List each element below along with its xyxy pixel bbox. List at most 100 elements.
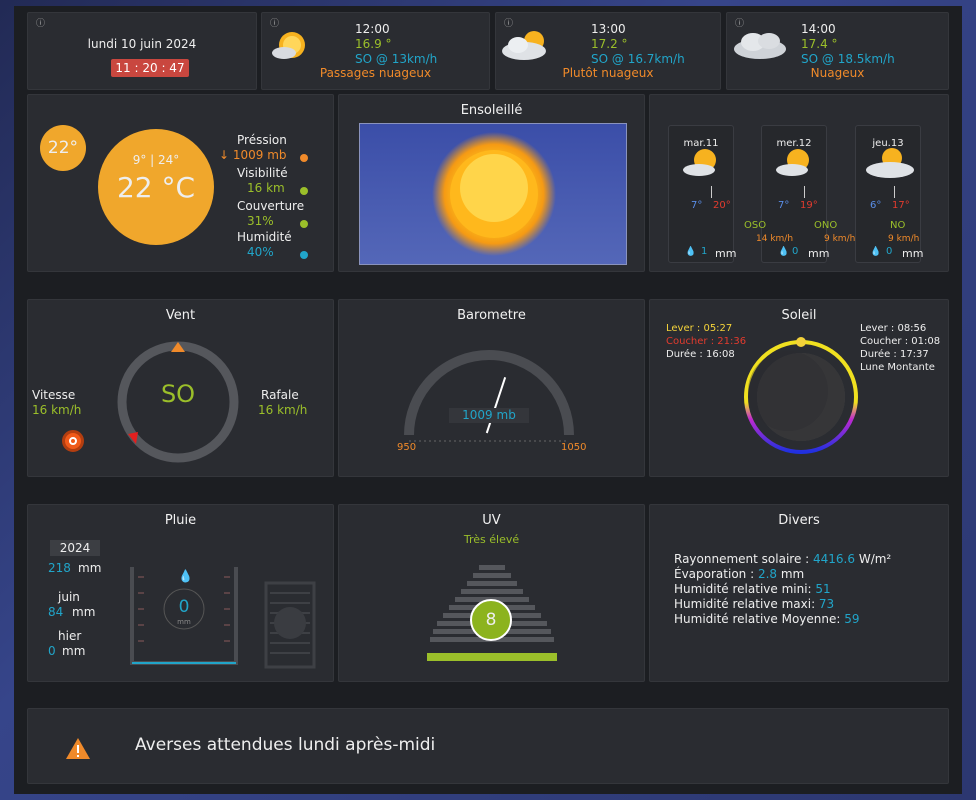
panel-title: Ensoleillé [460,103,523,118]
baro-max: 1050 [561,442,587,453]
wind-tick [711,186,712,198]
year-tab[interactable]: 2024 [50,540,100,556]
forecast-temp: 17.2 ° [591,37,628,51]
forecast-14: ⓘ 14:00 17.4 ° SO @ 18.5km/h Nuageux [726,12,949,90]
date-panel: ⓘ lundi 10 juin 2024 11 : 20 : 47 [27,12,257,90]
year-rain-unit: mm [78,561,102,575]
day-rain-unit: mm [902,247,924,260]
forecast-time: 14:00 [801,22,836,36]
cloud-icon [734,33,786,59]
baro-value: 1009 mb [462,408,516,422]
moon-duration: Durée : 17:37 [860,349,929,360]
uv-label: Très élevé [463,533,520,546]
sunrise: Lever : 05:27 [666,323,733,334]
sky-panel: Ensoleillé [338,94,645,272]
stat-value: 16 km [247,181,285,195]
dashboard: ⓘ lundi 10 juin 2024 11 : 20 : 47 ⓘ 12:0… [14,6,962,794]
panel-title: Barometre [457,308,526,323]
sun-duration: Durée : 16:08 [666,349,735,360]
day-rain: 0 [886,246,893,257]
wind-tick [894,186,895,198]
sunset: Coucher : 21:36 [666,336,747,347]
date-text: lundi 10 juin 2024 [87,37,197,51]
yesterday-rain: 0 [48,644,56,658]
gust-value: 16 km/h [258,403,308,417]
wind-target-icon[interactable] [62,430,84,452]
sun-moon-dial [744,337,858,454]
misc-row: Évaporation : 2.8 mm [674,567,805,581]
yesterday-label: hier [58,629,82,643]
forecast-wind: SO @ 13km/h [355,52,438,66]
clock: 11 : 20 : 47 [111,59,189,77]
temp-minmax: 9° | 24° [132,153,180,167]
misc-row: Humidité relative maxi: 73 [674,597,835,611]
day-rain: 0 [792,246,799,257]
misc-row: Rayonnement solaire : 4416.6 W/m² [674,552,892,566]
forecast-12: ⓘ 12:00 16.9 ° SO @ 13km/h Passages nuag… [261,12,490,90]
day-min: 7° [691,200,703,211]
moon-phase: Lune Montante [860,362,935,373]
yesterday-rain-unit: mm [62,644,86,658]
panel-title: Divers [778,513,820,528]
day-rain-unit: mm [808,247,830,260]
temp-badge: 22° [40,125,86,171]
rain-drop-icon: 💧 [778,247,790,257]
panel-title: UV [482,513,501,528]
sun-cloud-icon [272,32,305,59]
alert-text: Averses attendues lundi après-midi [135,735,436,755]
year-rain: 218 [48,561,71,575]
uv-value-badge: 8 [470,599,512,641]
stat-label: Préssion [237,133,287,147]
wind-tick [804,186,805,198]
baro-min: 950 [397,442,417,453]
rain-history-bars [264,581,316,669]
stat-label: Humidité [237,230,292,244]
cover-dot-icon [300,220,308,228]
current-panel: 22° 9° | 24° 22 °C Préssion ↓ 1009 mb Vi… [27,94,334,272]
wind-dir: NO [890,220,906,231]
barometer-panel: Barometre 1009 mb 950 1050 [338,299,645,477]
forecast-wind: SO @ 16.7km/h [591,52,685,66]
gauge-value: 0 [178,597,190,617]
daily-forecast-panel: mar.11 7° 20° 💧 1 mm mer.12 7° 19° 💧 0 m… [649,94,949,272]
warning-icon [66,738,90,759]
cloud-sun-icon [866,148,914,178]
cloud-sun-icon [502,31,546,60]
sun-cloud-icon [776,149,809,176]
temp-current: 22 °C [116,171,196,204]
wind-speed: 9 km/h [888,234,920,244]
misc-row: Humidité relative mini: 51 [674,582,831,596]
panel-title: Pluie [164,513,197,528]
forecast-13: ⓘ 13:00 17.2 ° SO @ 16.7km/h Plutôt nuag… [495,12,721,90]
forecast-temp: 16.9 ° [355,37,392,51]
day-rain: 1 [701,246,708,257]
misc-panel: Divers Rayonnement solaire : 4416.6 W/m²… [649,504,949,682]
day-min: 6° [870,200,882,211]
alert-panel: Averses attendues lundi après-midi [27,708,949,784]
forecast-time: 12:00 [355,22,390,36]
moonrise: Lever : 08:56 [860,323,927,334]
day-max: 20° [713,200,731,211]
sun-panel: Soleil Lever : 05:27 Coucher : 21:36 Dur… [649,299,949,477]
day-max: 19° [800,200,818,211]
forecast-desc: Passages nuageux [319,66,432,80]
uv-panel: UV Très élevé 8 [338,504,645,682]
wind-direction: SO [160,380,196,408]
wind-dir: OSO [744,220,767,231]
speed-value: 16 km/h [32,403,82,417]
wind-panel: Vent SO Vitesse 16 km/h Rafale 16 km/h [27,299,334,477]
panel-title: Vent [165,308,196,323]
moonset: Coucher : 01:08 [860,336,941,347]
stat-label: Couverture [237,199,305,213]
info-icon[interactable]: ⓘ [36,16,45,29]
day-card: mar.11 7° 20° 💧 1 mm [668,125,736,263]
humidity-dot-icon [300,251,308,259]
month-rain-unit: mm [72,605,96,619]
forecast-temp: 17.4 ° [801,37,838,51]
rain-panel: Pluie 2024 218 mm juin 84 mm hier 0 mm 💧… [27,504,334,682]
speed-label: Vitesse [32,388,76,402]
visibility-dot-icon [300,187,308,195]
day-max: 17° [892,200,910,211]
sun-cloud-icon [683,149,716,176]
misc-row: Humidité relative Moyenne: 59 [674,612,860,626]
